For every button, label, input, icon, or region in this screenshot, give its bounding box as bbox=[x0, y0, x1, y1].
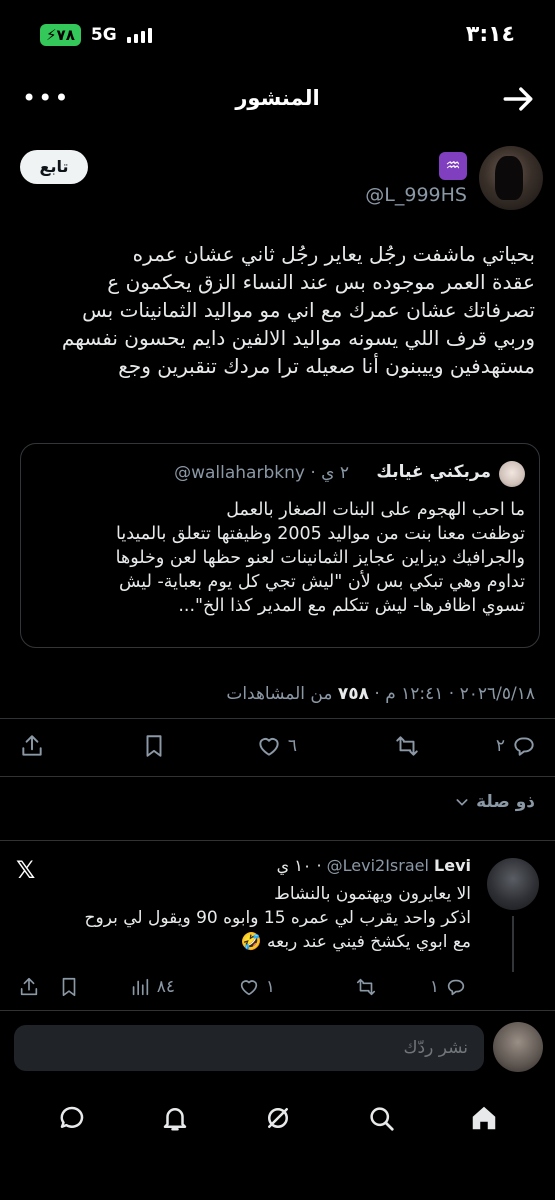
post-line: عقدة العمر موجوده بس عند النساء الزق يحك… bbox=[107, 270, 535, 294]
divider bbox=[0, 840, 555, 841]
x-logo-icon: 𝕏 bbox=[16, 856, 36, 884]
share-icon bbox=[20, 977, 38, 996]
bookmark-icon bbox=[146, 735, 162, 757]
view-count: ٧٥٨ bbox=[337, 684, 369, 704]
reply-reply-count: ١ bbox=[429, 977, 439, 997]
reply-author-name[interactable]: Levi bbox=[434, 856, 471, 875]
reply-view-count: ٨٤ bbox=[156, 977, 175, 997]
reply-composer-input[interactable] bbox=[14, 1025, 484, 1071]
related-dropdown[interactable]: ذو صلة bbox=[454, 792, 535, 812]
grok-icon[interactable] bbox=[263, 1103, 293, 1133]
repost-icon bbox=[356, 978, 376, 996]
status-time: ٣:١٤ bbox=[465, 22, 515, 47]
quote-line: ما احب الهجوم على البنات الصغار بالعمل bbox=[226, 500, 525, 520]
bottom-navigation bbox=[0, 1098, 555, 1138]
search-icon[interactable] bbox=[366, 1103, 396, 1133]
post-line: تصرفاتك عشان عمرك مع اني مو مواليد الثما… bbox=[82, 298, 535, 322]
bookmark-button[interactable] bbox=[141, 733, 167, 759]
reply-views-button[interactable]: ٨٤ bbox=[129, 976, 175, 998]
heart-icon bbox=[259, 738, 279, 756]
quote-line: توظفت معنا بنت من مواليد 2005 وظيفتها تت… bbox=[116, 524, 525, 544]
quote-line: تداوم وهي تبكي بس لأن "ليش تجي كل يوم بع… bbox=[119, 572, 525, 592]
back-arrow-icon[interactable] bbox=[501, 82, 535, 116]
related-label: ذو صلة bbox=[476, 792, 535, 812]
post-text: بحياتي ماشفت رجُل يعاير رجُل ثاني عشان ع… bbox=[15, 240, 535, 380]
reply-share-button[interactable] bbox=[18, 976, 40, 998]
battery-level: ٧٨ bbox=[56, 26, 75, 44]
follow-button[interactable]: تابع bbox=[20, 150, 88, 184]
heart-icon bbox=[240, 980, 258, 996]
reply-like-button[interactable]: ١ bbox=[238, 976, 275, 998]
battery-icon: ⚡٧٨ bbox=[40, 24, 81, 46]
quote-avatar bbox=[499, 461, 525, 487]
analytics-icon bbox=[132, 978, 148, 996]
reply-repost-button[interactable] bbox=[355, 976, 377, 998]
current-user-avatar bbox=[493, 1022, 543, 1072]
quote-line: تسوي اظافرها- ليش تتكلم مع المدير كذا ال… bbox=[178, 596, 525, 616]
bookmark-icon bbox=[62, 977, 76, 997]
post-line: مستهدفين وييبنون أنا صعيله ترا مردك تنقب… bbox=[118, 354, 535, 378]
views-label: من المشاهدات bbox=[226, 684, 338, 704]
reply-line: اذكر واحد يقرب لي عمره 15 وابوه 90 ويقول… bbox=[84, 908, 471, 928]
messages-icon[interactable] bbox=[57, 1103, 87, 1133]
post-date: ٢٠٢٦/٥/١٨ · ١٢:٤١ م · bbox=[369, 684, 535, 704]
reply-text: الا يعايرون ويهتمون بالنشاط اذكر واحد يق… bbox=[31, 882, 471, 954]
reply-line: الا يعايرون ويهتمون بالنشاط bbox=[274, 884, 471, 904]
quote-handle: @wallaharbkny bbox=[174, 463, 305, 483]
quote-handle-time: @wallaharbkny · ٢ ي bbox=[174, 463, 349, 483]
author-avatar[interactable] bbox=[479, 146, 543, 210]
reply-icon bbox=[447, 979, 465, 996]
quote-author-name: مربكني غيابك bbox=[376, 462, 491, 482]
network-label: 5G bbox=[90, 25, 117, 45]
reply-avatar[interactable] bbox=[487, 858, 539, 910]
reply-reply-button[interactable]: ١ bbox=[430, 976, 467, 998]
thread-line bbox=[512, 916, 514, 972]
post-line: بحياتي ماشفت رجُل يعاير رجُل ثاني عشان ع… bbox=[132, 242, 535, 266]
quote-text: ما احب الهجوم على البنات الصغار بالعمل ت… bbox=[35, 498, 525, 618]
repost-icon bbox=[396, 736, 418, 756]
chevron-down-icon bbox=[456, 799, 468, 806]
reply-line: مع ابوي يكشخ فيني عند ربعه 🤣 bbox=[240, 932, 471, 952]
reply-time: ١٠ ي bbox=[276, 856, 312, 875]
notifications-icon[interactable] bbox=[160, 1103, 190, 1133]
quote-time: · ٢ ي bbox=[310, 463, 349, 483]
divider bbox=[0, 776, 555, 777]
home-icon[interactable] bbox=[469, 1103, 499, 1133]
divider bbox=[0, 1010, 555, 1011]
signal-icon bbox=[126, 27, 152, 43]
author-handle[interactable]: @L_999HS bbox=[365, 184, 467, 206]
reply-header: ١٠ ي · @Levi2Israel Levi bbox=[276, 856, 471, 875]
quote-line: والجرافيك ديزاين عجايز الثمانينات لعنو ح… bbox=[115, 548, 525, 568]
reply-like-count: ١ bbox=[265, 977, 275, 997]
aquarius-icon: ♒ bbox=[439, 152, 467, 180]
like-count: ٦ bbox=[287, 736, 297, 756]
reply-button[interactable]: ٢ bbox=[496, 733, 537, 759]
page-title: المنشور bbox=[235, 86, 320, 110]
status-indicators: ⚡٧٨ 5G bbox=[40, 24, 152, 46]
reply-handle: @Levi2Israel bbox=[326, 856, 429, 875]
share-button[interactable] bbox=[19, 733, 45, 759]
reply-count: ٢ bbox=[495, 736, 505, 756]
reply-icon bbox=[514, 737, 534, 756]
divider bbox=[0, 718, 555, 719]
repost-button[interactable] bbox=[394, 733, 420, 759]
post-line: وربي قرف اللي يسونه مواليد الالفين دايم … bbox=[61, 326, 535, 350]
share-icon bbox=[22, 735, 42, 756]
reply-bookmark-button[interactable] bbox=[58, 976, 80, 998]
quoted-post[interactable]: مربكني غيابك @wallaharbkny · ٢ ي ما احب … bbox=[20, 443, 540, 648]
post-meta: ٢٠٢٦/٥/١٨ · ١٢:٤١ م · ٧٥٨ من المشاهدات bbox=[226, 684, 535, 704]
like-button[interactable]: ٦ bbox=[256, 733, 297, 759]
